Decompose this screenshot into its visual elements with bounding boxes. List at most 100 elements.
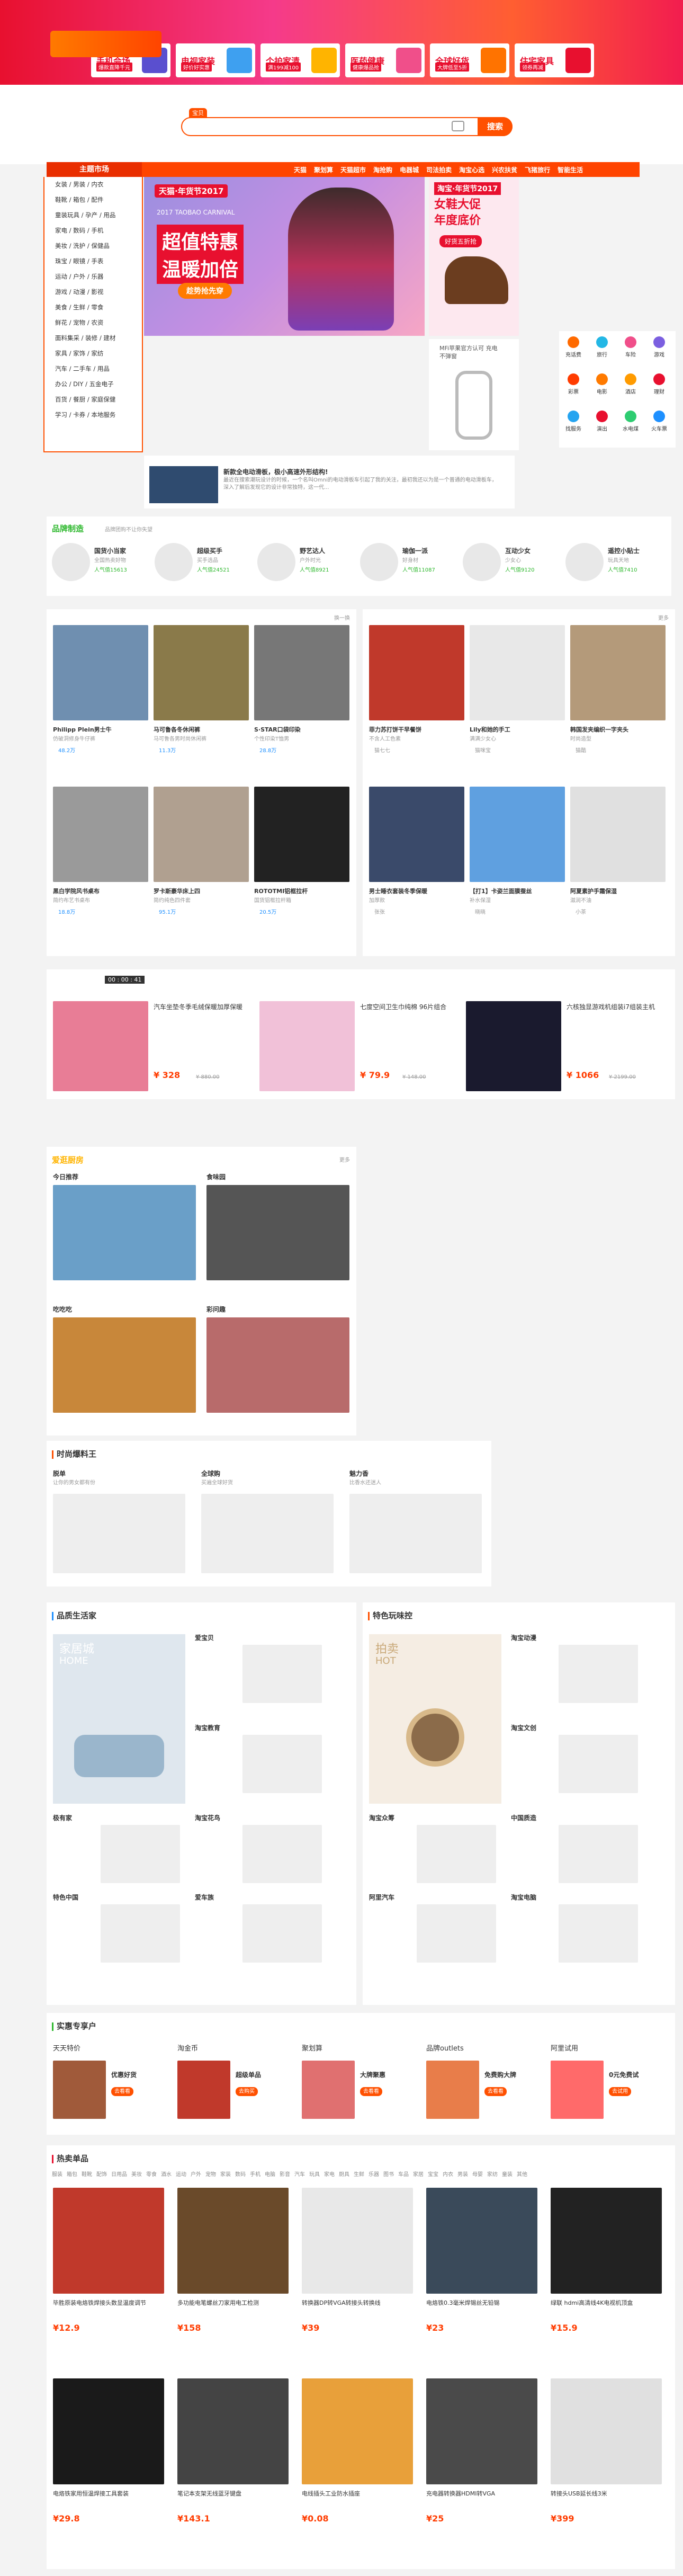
hot-tab[interactable]: 酒水 (161, 2170, 172, 2178)
service-item[interactable]: 找服务 (559, 411, 588, 432)
vip-image[interactable] (177, 2061, 230, 2119)
hot-tab[interactable]: 宠物 (205, 2170, 216, 2178)
search-tab[interactable]: 宝贝 (189, 108, 207, 118)
service-item[interactable]: 演出 (588, 411, 616, 432)
nav-link[interactable]: 智能生活 (558, 165, 583, 174)
promo-card[interactable]: 个护家清 满199减100 (260, 43, 340, 77)
camera-icon[interactable] (452, 121, 464, 131)
hot-image[interactable] (551, 2378, 662, 2484)
service-item[interactable]: 理财 (645, 373, 673, 395)
hot-tab[interactable]: 数码 (235, 2170, 246, 2178)
grid-label[interactable]: 中国质造 (511, 1814, 536, 1822)
category-item[interactable]: 运动 / 户外 / 乐器 (44, 269, 142, 284)
hot-image[interactable] (426, 2378, 537, 2484)
product-image[interactable] (154, 787, 249, 882)
grid-label[interactable]: 淘宝教育 (195, 1724, 220, 1732)
sofa-image[interactable]: 家居城 HOME (53, 1634, 185, 1804)
brand-item[interactable]: 互动少女 少女心 人气值9120 (463, 543, 554, 585)
vip-tag[interactable]: 去看看 (484, 2087, 507, 2096)
grid-label[interactable]: 特色中国 (53, 1894, 78, 1902)
category-item[interactable]: 珠宝 / 眼镜 / 手表 (44, 254, 142, 269)
category-item[interactable]: 鞋靴 / 箱包 / 配件 (44, 192, 142, 208)
service-item[interactable]: 游戏 (645, 336, 673, 358)
fashion-label[interactable]: 魅力香 (349, 1470, 369, 1478)
vip-name[interactable]: 淘金币 (177, 2045, 198, 2053)
nav-link[interactable]: 司法拍卖 (426, 165, 452, 174)
hot-tab[interactable]: 内衣 (443, 2170, 453, 2178)
hot-tab[interactable]: 汽车 (294, 2170, 305, 2178)
grid-image[interactable] (417, 1825, 496, 1883)
kitchen-image[interactable] (53, 1185, 196, 1280)
hot-tab[interactable]: 日用品 (111, 2170, 127, 2178)
hot-image[interactable] (177, 2378, 289, 2484)
hot-tab[interactable]: 男装 (457, 2170, 468, 2178)
kitchen-label[interactable]: 今日推荐 (53, 1173, 78, 1181)
service-item[interactable]: 车险 (616, 336, 645, 358)
nav-link[interactable]: 电器城 (400, 165, 419, 174)
grid-label[interactable]: 淘宝众筹 (369, 1814, 394, 1822)
brand-item[interactable]: 遥控小贴士 玩具天地 人气值7410 (565, 543, 657, 585)
hot-tab[interactable]: 车品 (398, 2170, 409, 2178)
hot-tab[interactable]: 生鲜 (354, 2170, 364, 2178)
promo-card[interactable]: 全球好货 大牌低至5折 (430, 43, 509, 77)
grid-label[interactable]: 淘宝花鸟 (195, 1814, 220, 1822)
category-item[interactable]: 游戏 / 动漫 / 影视 (44, 284, 142, 300)
product-image[interactable] (53, 625, 148, 720)
fashion-label[interactable]: 全球购 (201, 1470, 220, 1478)
vip-tag[interactable]: 去试用 (609, 2087, 631, 2096)
category-item[interactable]: 鲜花 / 宠物 / 农资 (44, 315, 142, 331)
hot-tab[interactable]: 家居 (413, 2170, 424, 2178)
kitchen-image[interactable] (53, 1317, 196, 1413)
category-item[interactable]: 美妆 / 洗护 / 保健品 (44, 238, 142, 254)
hot-title[interactable]: 电烙铁0.3毫米焊锡丝无铅锡 (426, 2299, 537, 2307)
kitchen-label[interactable]: 吃吃吃 (53, 1306, 72, 1314)
product-title[interactable]: ROTOTMI铝框拉杆 (254, 887, 349, 895)
product-image[interactable] (254, 787, 349, 882)
hot-title[interactable]: 电线插头工业防水插座 (302, 2490, 413, 2498)
flash-image[interactable] (466, 1001, 561, 1091)
vip-image[interactable] (302, 2061, 355, 2119)
nav-link[interactable]: 聚划算 (314, 165, 333, 174)
vip-name[interactable]: 品牌outlets (426, 2045, 464, 2053)
grid-label[interactable]: 爱车族 (195, 1894, 214, 1902)
fashion-image[interactable] (349, 1494, 482, 1573)
taobao-logo[interactable] (50, 31, 161, 57)
product-title[interactable]: Philipp Plein男士牛 (53, 726, 148, 734)
flash-image[interactable] (53, 1001, 148, 1091)
product-image[interactable] (570, 625, 666, 720)
category-item[interactable]: 汽车 / 二手车 / 用品 (44, 361, 142, 377)
grid-image[interactable] (559, 1645, 638, 1703)
service-item[interactable]: 旅行 (588, 336, 616, 358)
side-promo[interactable]: 淘宝·年货节2017 女鞋大促 年度底价 好货五折抢 (429, 177, 519, 336)
grid-image[interactable] (559, 1735, 638, 1793)
hot-tab[interactable]: 电脑 (265, 2170, 275, 2178)
product-image[interactable] (470, 787, 565, 882)
service-item[interactable]: 酒店 (616, 373, 645, 395)
category-item[interactable]: 面料集采 / 装修 / 建材 (44, 331, 142, 346)
vip-image[interactable] (426, 2061, 479, 2119)
product-image[interactable] (570, 787, 666, 882)
product-title[interactable]: 韩国发夹编织一字夹头 (570, 726, 666, 734)
vip-name[interactable]: 聚划算 (302, 2045, 322, 2053)
side-promo-button[interactable]: 好货五折抢 (439, 235, 482, 247)
flash-title[interactable]: 汽车坐垫冬季毛绒保暖加厚保暖 (154, 1003, 249, 1011)
hot-tab[interactable]: 户外 (191, 2170, 201, 2178)
category-item[interactable]: 女装 / 男装 / 内衣 (44, 177, 142, 192)
hot-tab[interactable]: 图书 (383, 2170, 394, 2178)
brand-item[interactable]: 国货小当家 全国热卖好物 人气值15613 (52, 543, 143, 585)
hero-carousel[interactable]: 天猫·年货节2017 2017 TAOBAO CARNIVAL 超值特惠 温暖加… (144, 177, 425, 336)
service-item[interactable]: 彩票 (559, 373, 588, 395)
grid-image[interactable] (242, 1904, 322, 1963)
hot-tab[interactable]: 服装 (52, 2170, 62, 2178)
hot-title[interactable]: 充电器转换器HDMI转VGA (426, 2490, 537, 2498)
hot-image[interactable] (551, 2188, 662, 2294)
nav-link[interactable]: 淘宝心选 (459, 165, 484, 174)
product-title[interactable]: 【打1】卡姿兰面膜蚕丝 (470, 887, 565, 895)
grid-label[interactable]: 爱宝贝 (195, 1634, 214, 1642)
hot-title[interactable]: 多功能电笔螺丝刀家用电工检测 (177, 2299, 289, 2307)
vip-image[interactable] (53, 2061, 106, 2119)
product-title[interactable]: Lily和她的手工 (470, 726, 565, 734)
flash-title[interactable]: 六核独显游戏机组装i7组装主机 (567, 1003, 662, 1011)
category-item[interactable]: 办公 / DIY / 五金电子 (44, 377, 142, 392)
product-image[interactable] (369, 787, 464, 882)
